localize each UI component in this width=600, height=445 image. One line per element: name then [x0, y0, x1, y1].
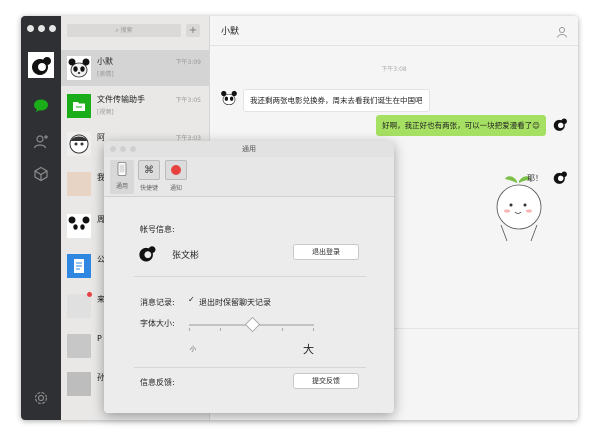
- logout-button[interactable]: 退出登录: [293, 244, 359, 260]
- minimize-window-button[interactable]: [38, 25, 45, 32]
- favorites-icon[interactable]: [31, 164, 51, 184]
- session-name: 文件传输助手: [97, 95, 145, 104]
- chat-icon[interactable]: [31, 96, 51, 116]
- tab-shortcuts[interactable]: ⌘ 快捷键: [137, 160, 161, 194]
- avatar: [67, 56, 91, 80]
- account-avatar: [136, 242, 158, 264]
- maximize-window-button[interactable]: [49, 25, 56, 32]
- history-label: 消息记录:: [140, 298, 175, 307]
- sticker-text: 耶！: [527, 174, 543, 183]
- settings-icon[interactable]: [31, 388, 51, 408]
- session-time: 下午3:09: [175, 59, 201, 66]
- submit-feedback-button[interactable]: 提交反馈: [293, 373, 359, 389]
- unread-badge: [87, 292, 92, 297]
- command-icon: ⌘: [138, 160, 160, 180]
- session-preview: [视频]: [97, 109, 114, 116]
- dialog-title: 通用: [242, 145, 256, 153]
- session-name: P: [97, 334, 102, 343]
- tab-label: 快捷键: [139, 185, 158, 192]
- user-avatar[interactable]: [28, 52, 54, 78]
- tab-label: 通知: [169, 185, 182, 192]
- avatar: [67, 214, 91, 238]
- account-label: 帐号信息:: [140, 225, 175, 234]
- settings-tabs: 通用 ⌘ 快捷键 通知: [104, 157, 394, 197]
- group-avatar: [67, 372, 91, 396]
- avatar: [551, 168, 569, 186]
- message-bubble[interactable]: 我还剩两张电影兑换券，周末去看我们诞生在中国吧: [243, 89, 430, 112]
- avatar: [67, 172, 91, 196]
- keep-history-checkbox[interactable]: ✓: [188, 296, 196, 304]
- session-item[interactable]: 文件传输助手 下午3:05 [视频]: [61, 88, 209, 124]
- dialog-titlebar: 通用: [104, 141, 394, 157]
- search-icon: ⌕: [115, 27, 119, 34]
- font-large-label: 大: [303, 343, 314, 356]
- file-transfer-icon: [67, 94, 91, 118]
- account-name: 张文彬: [172, 251, 200, 261]
- avatar: [551, 115, 569, 133]
- font-size-slider-thumb[interactable]: [244, 316, 260, 333]
- tab-label: 通用: [115, 183, 128, 190]
- avatar: [220, 89, 238, 107]
- avatar: [67, 294, 91, 318]
- chat-info-icon[interactable]: [556, 23, 568, 42]
- session-time: 下午3:05: [175, 97, 201, 104]
- document-icon: [67, 254, 91, 278]
- avatar: [67, 132, 91, 156]
- keep-history-label: 退出时保留聊天记录: [199, 298, 271, 307]
- section-divider: [134, 367, 366, 368]
- message-timestamp: 下午3:08: [381, 66, 407, 73]
- record-icon: [165, 160, 187, 180]
- feedback-label: 信息反馈:: [140, 378, 175, 387]
- window-controls: [27, 25, 56, 32]
- panda-avatar-icon: [28, 52, 54, 78]
- tab-notifications[interactable]: 通知: [164, 160, 188, 194]
- chat-title: 小默: [221, 27, 240, 37]
- font-size-label: 字体大小:: [140, 319, 175, 328]
- group-avatar: [67, 334, 91, 358]
- general-settings-panel: 帐号信息: 张文彬 退出登录 消息记录: ✓ 退出时保留聊天记录 字体大小: 小…: [104, 197, 394, 413]
- slider-tick: [189, 328, 190, 331]
- search-input[interactable]: ⌕ 搜索: [67, 24, 181, 37]
- section-divider: [134, 276, 366, 277]
- font-small-label: 小: [190, 346, 197, 353]
- add-chat-button[interactable]: +: [186, 24, 200, 37]
- close-window-button[interactable]: [27, 25, 34, 32]
- header-divider: [210, 45, 578, 46]
- nav-sidebar: [21, 16, 61, 420]
- slider-tick: [282, 328, 283, 331]
- settings-dialog: 通用 通用 ⌘ 快捷键 通知 帐号信息: 张文彬 退出登录 消息记录: ✓ 退出…: [104, 141, 394, 413]
- session-name: 小默: [97, 57, 113, 66]
- session-preview: [表情]: [97, 71, 114, 78]
- contacts-icon[interactable]: [31, 132, 51, 152]
- slider-tick: [313, 328, 314, 331]
- slider-tick: [220, 328, 221, 331]
- tab-general[interactable]: 通用: [110, 160, 134, 194]
- message-bubble[interactable]: 好啊，我正好也有两张，可以一块把爱漫看了😊: [376, 115, 546, 136]
- phone-icon: [112, 160, 132, 178]
- session-item[interactable]: 小默 下午3:09 [表情]: [61, 50, 209, 86]
